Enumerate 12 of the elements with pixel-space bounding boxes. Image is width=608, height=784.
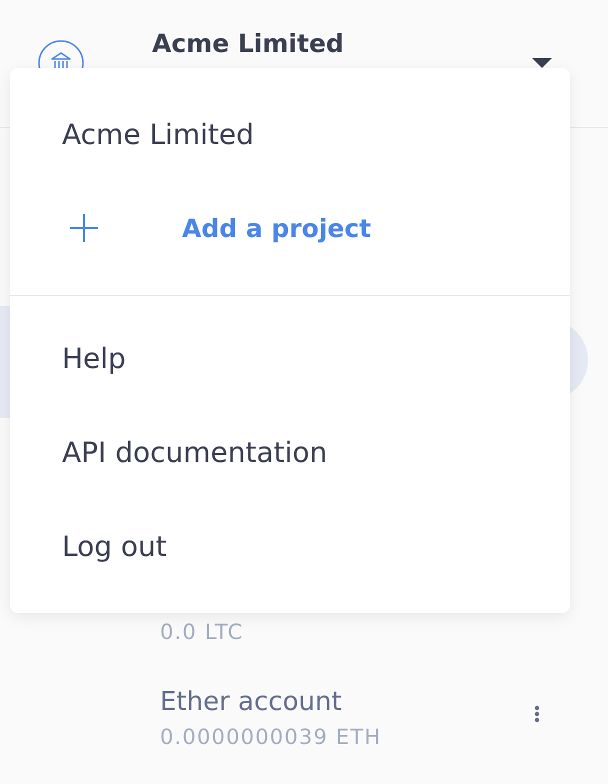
menu-item[interactable]: Acme Limited — [62, 118, 254, 150]
menu-item[interactable]: Help — [62, 342, 126, 374]
plus-icon[interactable] — [70, 214, 98, 242]
account-name: Ether account — [160, 687, 342, 717]
add-project-link[interactable]: Add a project — [182, 214, 372, 242]
project-title: Acme Limited — [152, 29, 345, 58]
menu-item[interactable]: Log out — [62, 530, 167, 562]
bank-icon — [38, 40, 84, 68]
menu-item[interactable]: API documentation — [62, 436, 328, 468]
account-row[interactable]: Ether account 0.0000000039 ETH — [0, 654, 608, 771]
account-balance: 0.0000000039 ETH — [160, 725, 382, 749]
more-options-icon[interactable] — [534, 704, 540, 722]
